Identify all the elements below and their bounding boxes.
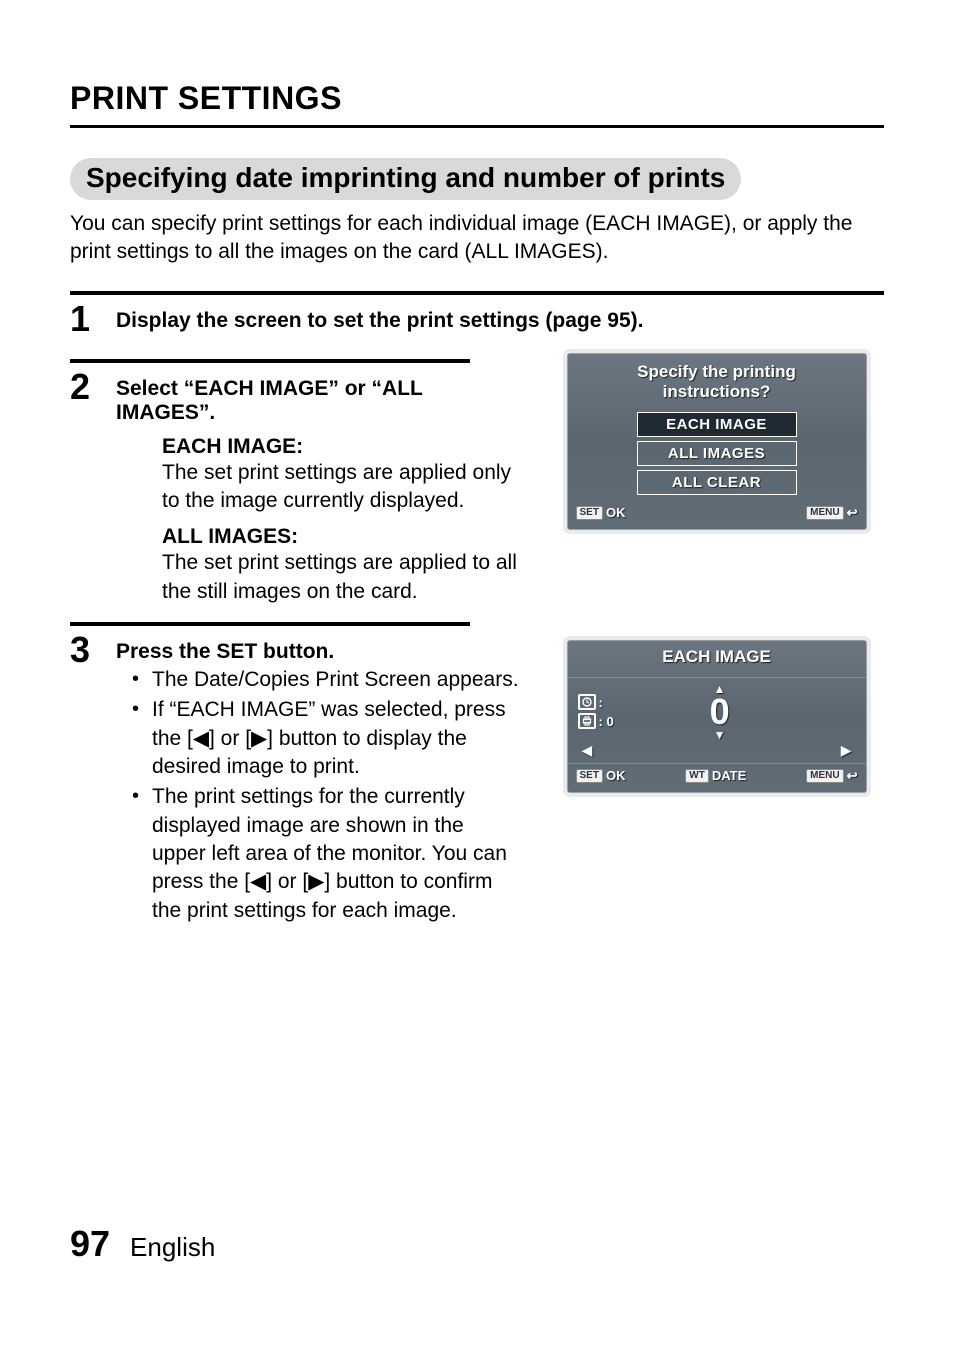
step-2-rule <box>70 359 470 363</box>
step-title: Display the screen to set the print sett… <box>116 309 643 333</box>
manual-page: PRINT SETTINGS Specifying date imprintin… <box>0 0 954 1345</box>
step-title: Select “EACH IMAGE” or “ALL IMAGES”. <box>116 377 521 425</box>
lcd-title-line1: Specify the printing <box>637 362 796 381</box>
definition-term: ALL IMAGES: <box>162 525 521 549</box>
lcd-screen-specify: Specify the printing instructions? EACH … <box>567 353 867 530</box>
step-3-bullets: The Date/Copies Print Screen appears. If… <box>116 666 521 925</box>
print-count-status: : 0 <box>578 713 614 729</box>
wt-date-badge: WT DATE <box>685 768 746 783</box>
definition-body: The set print settings are applied to al… <box>162 549 521 606</box>
section-heading-wrap: Specifying date imprinting and number of… <box>70 158 884 200</box>
definition-term: EACH IMAGE: <box>162 435 521 459</box>
menu-chip: MENU <box>806 506 843 520</box>
step-number: 3 <box>70 632 98 668</box>
lcd-bottom-bar: SET OK MENU ↩ <box>568 499 866 529</box>
step-3: 3 Press the SET button. The Date/Copies … <box>70 632 521 927</box>
step-1: 1 Display the screen to set the print se… <box>70 301 884 337</box>
step-3-rule <box>70 622 470 626</box>
set-ok-badge: SET OK <box>576 768 626 783</box>
lcd-screen-each-image: EACH IMAGE : : 0 <box>567 640 867 793</box>
step-1-rule <box>70 291 884 295</box>
menu-chip: MENU <box>806 769 843 783</box>
list-item: If “EACH IMAGE” was selected, press the … <box>116 696 521 781</box>
counter-value: 0 <box>614 694 826 730</box>
section-heading: Specifying date imprinting and number of… <box>70 158 741 200</box>
list-item: The print settings for the currently dis… <box>116 783 521 925</box>
step-number: 2 <box>70 369 98 405</box>
language-label: English <box>130 1232 215 1263</box>
page-number: 97 <box>70 1223 110 1265</box>
menu-return-badge: MENU ↩ <box>806 505 857 521</box>
lcd-option-each-image[interactable]: EACH IMAGE <box>637 412 797 437</box>
set-chip: SET <box>576 506 603 520</box>
page-title: PRINT SETTINGS <box>70 80 884 117</box>
set-chip: SET <box>576 769 603 783</box>
lcd-option-all-images[interactable]: ALL IMAGES <box>637 441 797 466</box>
menu-return-badge: MENU ↩ <box>806 768 857 784</box>
counter-control[interactable]: ▲ 0 ▼ <box>614 684 826 740</box>
nav-arrows: ◀ ▶ <box>568 742 866 763</box>
lcd-option-all-clear[interactable]: ALL CLEAR <box>637 470 797 495</box>
return-icon: ↩ <box>847 768 858 784</box>
two-column-area: 2 Select “EACH IMAGE” or “ALL IMAGES”. E… <box>70 343 884 927</box>
lcd-bottom-bar: SET OK WT DATE MENU ↩ <box>568 763 866 792</box>
chevron-down-icon: ▼ <box>614 730 826 740</box>
return-icon: ↩ <box>847 505 858 521</box>
chevron-left-icon[interactable]: ◀ <box>582 742 593 759</box>
printer-icon <box>578 713 596 729</box>
chevron-right-icon[interactable]: ▶ <box>841 742 852 759</box>
print-value: : 0 <box>599 714 614 729</box>
step-number: 1 <box>70 301 98 337</box>
left-column: 2 Select “EACH IMAGE” or “ALL IMAGES”. E… <box>70 343 521 927</box>
set-ok-badge: SET OK <box>576 505 626 520</box>
intro-paragraph: You can specify print settings for each … <box>70 210 884 267</box>
list-item: The Date/Copies Print Screen appears. <box>116 666 521 694</box>
definition-body: The set print settings are applied only … <box>162 459 521 516</box>
clock-icon <box>578 694 596 710</box>
step-title: Press the SET button. <box>116 640 521 664</box>
step-2-definitions: EACH IMAGE: The set print settings are a… <box>162 435 521 606</box>
clock-status: : <box>578 694 614 710</box>
wt-chip: WT <box>685 769 709 783</box>
ok-label: OK <box>606 768 626 783</box>
lcd-title: EACH IMAGE <box>568 641 866 678</box>
clock-value: : <box>599 695 603 710</box>
step-2: 2 Select “EACH IMAGE” or “ALL IMAGES”. E… <box>70 369 521 606</box>
page-footer: 97 English <box>70 1223 215 1265</box>
date-label: DATE <box>712 768 746 783</box>
lcd-title: Specify the printing instructions? <box>568 354 866 408</box>
lcd-body: : : 0 ▲ 0 ▼ <box>568 678 866 742</box>
lcd-title-line2: instructions? <box>663 382 771 401</box>
status-icons: : : 0 <box>578 694 614 729</box>
title-rule <box>70 125 884 128</box>
right-column: Specify the printing instructions? EACH … <box>549 343 884 927</box>
ok-label: OK <box>606 505 626 520</box>
